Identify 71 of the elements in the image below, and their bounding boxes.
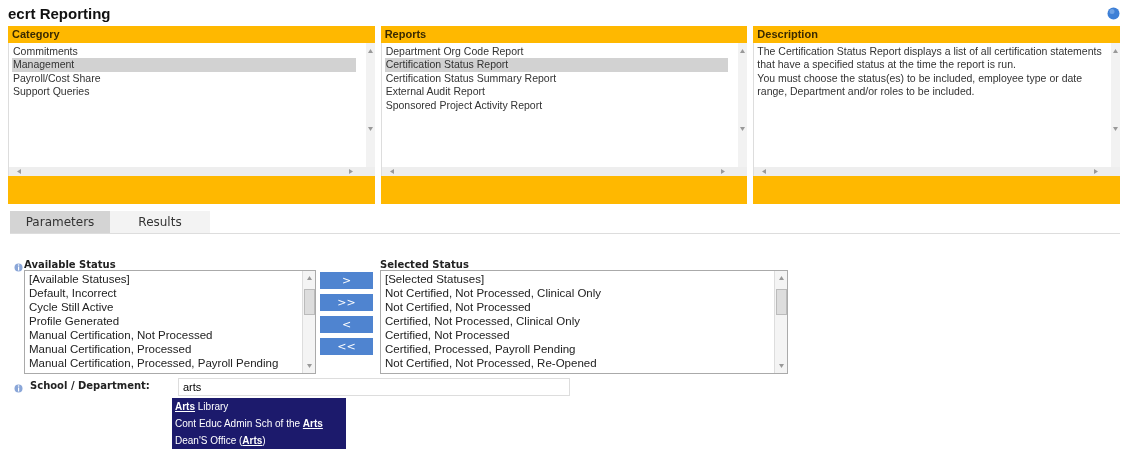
list-option[interactable]: Profile Generated: [29, 314, 298, 328]
move-button[interactable]: <: [320, 316, 373, 333]
panel-header: Description: [753, 26, 1120, 43]
status-listbox[interactable]: [Available Statuses] Default, Incorrect Cycle Still Active Profile Generated Manual Certification, Not Processed Manual Certification, Processed Manual Certification, Processed, Payroll Pending: [24, 270, 316, 374]
scroll-thumb[interactable]: [303, 289, 315, 315]
list-item[interactable]: Commitments: [12, 44, 356, 59]
scroll-up-icon[interactable]: [306, 276, 312, 280]
vertical-scrollbar[interactable]: [365, 42, 375, 168]
list-option[interactable]: Manual Certification, Processed: [29, 342, 298, 356]
list-option[interactable]: Not Certified, Not Processed, Clinical Only: [385, 286, 770, 300]
scroll-left-icon[interactable]: [17, 169, 21, 175]
description-text: The Certification Status Report displays a list of all certification statements that have a specified status at the time the report is run.: [757, 44, 1103, 72]
list-option[interactable]: Manual Certification, Not Processed: [29, 328, 298, 342]
info-icon[interactable]: [14, 262, 23, 273]
list-item[interactable]: Sponsored Project Activity Report: [384, 98, 729, 113]
scroll-down-icon[interactable]: [306, 364, 312, 368]
horizontal-scrollbar[interactable]: [380, 167, 748, 177]
status-listbox[interactable]: [380, 270, 788, 374]
list-option[interactable]: Default, Incorrect: [29, 286, 298, 300]
suggestion-item[interactable]: Cont Educ Admin Sch of the Arts: [172, 415, 346, 432]
list-option[interactable]: Not Certified, Not Processed: [385, 300, 770, 314]
scroll-up-icon[interactable]: [367, 48, 373, 53]
horizontal-scrollbar[interactable]: [8, 167, 375, 177]
horizontal-scrollbar[interactable]: [753, 167, 1120, 177]
list-item[interactable]: External Audit Report: [384, 85, 729, 99]
list-item[interactable]: Certification Status Summary Report: [384, 71, 729, 86]
scroll-right-icon[interactable]: [721, 169, 726, 175]
vertical-scrollbar[interactable]: [738, 42, 748, 168]
scroll-right-icon[interactable]: [348, 169, 353, 175]
search-field[interactable]: arts: [178, 378, 570, 396]
list-option[interactable]: [Available Statuses]: [29, 272, 298, 286]
scroll-thumb[interactable]: [775, 289, 787, 315]
list-option[interactable]: Certified, Processed, Payroll Pending: [385, 342, 770, 356]
list-item[interactable]: Certification Status Report: [384, 58, 729, 72]
list-item[interactable]: Department Org Code Report: [384, 44, 729, 59]
scroll-up-icon[interactable]: [778, 276, 784, 280]
panel-header: Category: [8, 26, 375, 43]
field-label: Selected Status: [380, 259, 469, 270]
list-option[interactable]: Cycle Still Active: [29, 300, 298, 314]
help-icon[interactable]: [1107, 6, 1120, 20]
tab[interactable]: Results: [110, 211, 210, 233]
move-button[interactable]: <<: [320, 338, 373, 355]
scroll-up-icon[interactable]: [1113, 48, 1118, 53]
scroll-up-icon[interactable]: [740, 48, 746, 53]
list-item[interactable]: Support Queries: [12, 85, 356, 99]
suggestion-item[interactable]: Dean'S Office (Arts): [172, 432, 346, 449]
move-button[interactable]: >>: [320, 294, 373, 311]
field-label: School / Department:: [30, 379, 151, 391]
page-title: ecrt Reporting: [8, 4, 111, 22]
scroll-left-icon[interactable]: [389, 169, 394, 175]
list-option[interactable]: Certified, Not Processed, Clinical Only: [385, 314, 770, 328]
scroll-left-icon[interactable]: [762, 169, 767, 175]
scroll-right-icon[interactable]: [1094, 169, 1098, 175]
info-icon[interactable]: [14, 383, 23, 394]
scroll-down-icon[interactable]: [367, 127, 373, 132]
tab[interactable]: Parameters: [10, 211, 110, 233]
field-label: Available Status: [24, 259, 116, 270]
list-option[interactable]: [Selected Statuses]: [385, 272, 770, 286]
panel-header: Reports: [380, 26, 748, 43]
scroll-down-icon[interactable]: [1113, 127, 1118, 132]
list-item[interactable]: Management: [12, 58, 356, 72]
scroll-down-icon[interactable]: [740, 127, 746, 132]
list-option[interactable]: Not Certified, Not Processed, Re-Opened: [385, 356, 770, 370]
scroll-down-icon[interactable]: [778, 364, 784, 368]
list-item[interactable]: Payroll/Cost Share: [12, 71, 356, 86]
vertical-scrollbar[interactable]: [1111, 42, 1120, 168]
description-text: You must choose the status(es) to be included, employee type or date range, Department and/or roles to be included.: [757, 71, 1084, 99]
list-option[interactable]: Certified, Not Processed: [385, 328, 770, 342]
list-option[interactable]: Manual Certification, Processed, Payroll Pending: [29, 356, 298, 370]
suggestion-item[interactable]: Arts Library: [172, 398, 346, 415]
move-button[interactable]: >: [320, 272, 373, 289]
